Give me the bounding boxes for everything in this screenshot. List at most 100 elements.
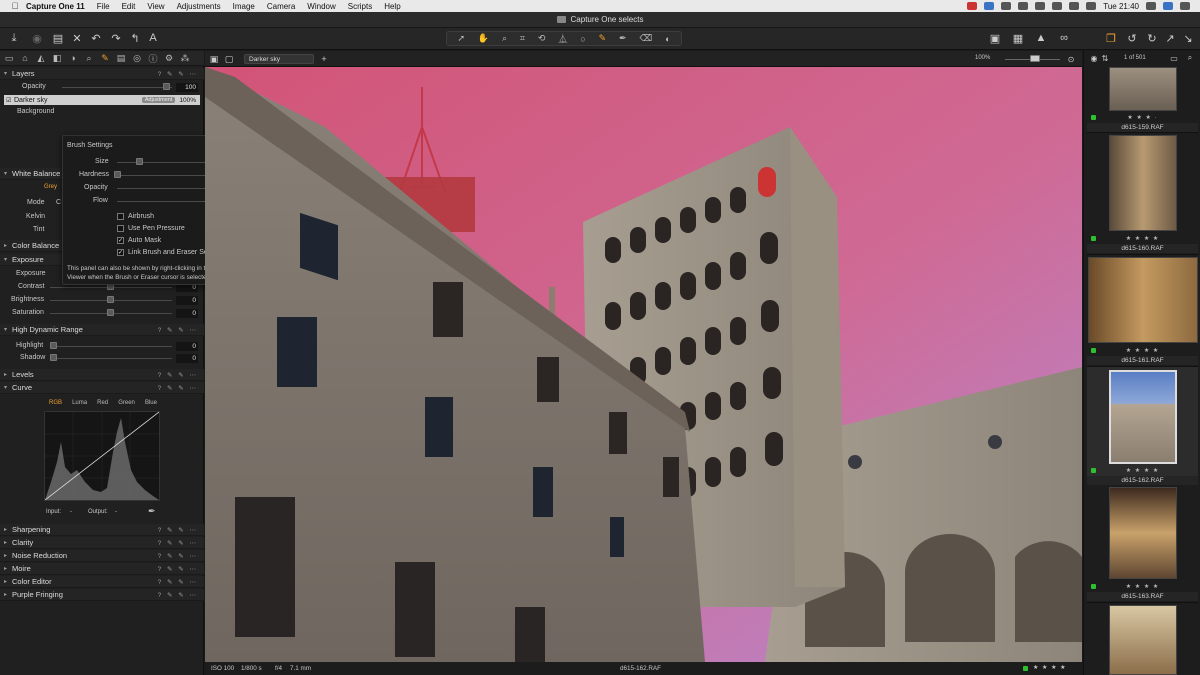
tool-actions-icon[interactable]: ? ✎ ✎ ⋯ (158, 565, 198, 573)
siri-icon[interactable] (1163, 2, 1173, 10)
import-icon[interactable]: ⤓ (8, 32, 20, 44)
thumbnail-cell[interactable]: ★ ★ ★ ★ d615-161.RAF (1087, 255, 1198, 367)
loupe-tool-icon[interactable]: ⌕ (502, 33, 507, 44)
exposure-warning-icon[interactable]: ▲ (1035, 32, 1047, 44)
camera-icon[interactable]: ◉ (31, 32, 43, 45)
custom-tab-icon[interactable]: ⁂ (180, 53, 190, 63)
curve-tab-red[interactable]: Red (97, 400, 108, 409)
text-tool-icon[interactable]: A (147, 32, 159, 44)
delete-icon[interactable]: ✕ (71, 32, 83, 45)
purple-fringing-header[interactable]: ▸ Purple Fringing ? ✎ ✎ ⋯ (0, 589, 204, 601)
layer-row-active[interactable]: ☑ Darker sky Adjustment 100% (4, 95, 200, 105)
brush-flow-track[interactable] (117, 201, 217, 202)
tool-actions-icon[interactable]: ? ✎ ✎ ⋯ (158, 539, 198, 547)
refresh-icon[interactable]: ↻ (1146, 32, 1158, 45)
menu-image[interactable]: Image (233, 2, 255, 11)
thumbnail-stars[interactable]: ★ ★ ★ ★ (1087, 467, 1198, 474)
paste-apply-icon[interactable]: ↘ (1182, 32, 1194, 45)
tool-actions-icon[interactable]: ? ✎ ✎ ⋯ (158, 591, 198, 599)
eraser-tool-icon[interactable]: ⌫ (639, 33, 652, 44)
grey-picker[interactable]: Grey (44, 184, 57, 190)
color-tab-icon[interactable]: ◧ (52, 53, 62, 63)
menu-edit[interactable]: Edit (122, 2, 136, 11)
tool-actions-icon[interactable]: ? ✎ ✎ ⋯ (158, 384, 198, 392)
redo-icon[interactable]: ↷ (110, 32, 122, 45)
layer-opacity-knob[interactable] (163, 83, 170, 90)
menu-view[interactable]: View (147, 2, 164, 11)
color-tag-icon[interactable] (1023, 666, 1028, 671)
highlight-track[interactable] (50, 346, 172, 347)
thumbnail-image[interactable] (1109, 67, 1177, 111)
auto-mask-checkbox[interactable]: ✓ (117, 237, 124, 244)
tool-actions-icon[interactable]: ? ✎ ✎ ⋯ (158, 578, 198, 586)
pan-tool-icon[interactable]: ✋ (478, 33, 489, 44)
highlight-value[interactable]: 0 (176, 342, 198, 351)
process-icon[interactable]: ▤ (52, 32, 64, 45)
thumbnail-image[interactable] (1109, 605, 1177, 675)
brightness-value[interactable]: 0 (176, 296, 198, 305)
clarity-header[interactable]: ▸ Clarity ? ✎ ✎ ⋯ (0, 537, 204, 549)
layer-opacity-value[interactable]: 100 (176, 83, 198, 92)
tool-actions-icon[interactable]: ? ✎ ✎ ⋯ (158, 526, 198, 534)
metadata-tab-icon[interactable]: ◎ (132, 53, 142, 63)
brush-hardness-track[interactable] (117, 175, 217, 176)
menu-window[interactable]: Window (307, 2, 335, 11)
info-tab-icon[interactable]: ⓘ (148, 53, 158, 64)
shadow-knob[interactable] (50, 354, 57, 361)
noise-reduction-header[interactable]: ▸ Noise Reduction ? ✎ ✎ ⋯ (0, 550, 204, 562)
thumbnail-cell-selected[interactable]: ★ ★ ★ ★ d615-162.RAF (1087, 367, 1198, 485)
keystone-tool-icon[interactable]: ⏅ (558, 32, 567, 45)
brightness-knob[interactable] (107, 296, 114, 303)
search-icon[interactable] (1146, 2, 1156, 10)
exposure-tab-icon[interactable]: ◑ (68, 53, 78, 63)
wifi-icon[interactable] (1069, 2, 1080, 10)
sharpening-header[interactable]: ▸ Sharpening ? ✎ ✎ ⋯ (0, 524, 204, 536)
thumbnail-image[interactable] (1109, 487, 1177, 579)
thumbnail-stars[interactable]: ★ ★ ★ · (1087, 114, 1198, 121)
tool-actions-icon[interactable]: ? ✎ ✎ ⋯ (158, 371, 198, 379)
thumbnail-cell[interactable]: ★ ★ ★ ★ d615-163.RAF (1087, 485, 1198, 603)
stack-icon[interactable]: ❐ (1105, 32, 1117, 45)
menu-adjustments[interactable]: Adjustments (177, 2, 221, 11)
apple-icon[interactable]:  (10, 1, 20, 11)
thumbnail-cell[interactable]: ★ ★ ★ ★ d615-160.RAF (1087, 133, 1198, 255)
brush-size-knob[interactable] (136, 158, 143, 165)
sort-icon[interactable]: ⇅ (1099, 52, 1111, 64)
curve-tab-blue[interactable]: Blue (145, 400, 157, 409)
sync-icon[interactable] (1001, 2, 1012, 10)
add-layer-icon[interactable]: + (318, 53, 330, 65)
status-app-icon[interactable] (967, 2, 978, 10)
gradient-tool-icon[interactable]: ◐ (665, 34, 670, 44)
single-view-icon[interactable]: ▣ (208, 53, 220, 65)
thumbnail-stars[interactable]: ★ ★ ★ ★ (1087, 583, 1198, 590)
thumbnail-image[interactable] (1109, 370, 1177, 464)
tool-actions-icon[interactable]: ? ✎ ✎ ⋯ (158, 70, 198, 78)
local-adjustments-tab-icon[interactable]: ✎ (100, 53, 110, 63)
proof-glasses-icon[interactable]: ∞ (1058, 32, 1070, 44)
tool-actions-icon[interactable]: ? ✎ ✎ ⋯ (158, 552, 198, 560)
reset-icon[interactable]: ↺ (1126, 32, 1138, 45)
layer-preset-dropdown[interactable]: Darker sky (244, 54, 314, 64)
thumbnail-stars[interactable]: ★ ★ ★ ★ (1087, 235, 1198, 242)
brush-hardness-knob[interactable] (114, 171, 121, 178)
thumbnail-image[interactable] (1109, 135, 1177, 231)
pen-pressure-checkbox[interactable] (117, 225, 124, 232)
notification-center-icon[interactable] (1180, 2, 1190, 10)
moire-header[interactable]: ▸ Moire ? ✎ ✎ ⋯ (0, 563, 204, 575)
saturation-knob[interactable] (107, 309, 114, 316)
output-tab-icon[interactable]: ▤ (116, 53, 126, 63)
airbrush-checkbox[interactable] (117, 213, 124, 220)
copy-apply-icon[interactable]: ↗ (1164, 32, 1176, 45)
library-tab-icon[interactable]: ▭ (4, 53, 14, 63)
menu-camera[interactable]: Camera (267, 2, 295, 11)
browser-search-icon[interactable]: ⌕ (1184, 52, 1196, 64)
capture-tab-icon[interactable]: ⌂ (20, 53, 30, 63)
crop-tool-icon[interactable]: ⌗ (520, 33, 525, 44)
multi-view-icon[interactable]: ▢ (223, 53, 235, 65)
thumbnail-cell[interactable]: ★ ★ ★ · d615-159.RAF (1087, 65, 1198, 133)
browser-view-icon[interactable]: ▭ (1168, 52, 1180, 64)
layers-header[interactable]: ▾ Layers ? ✎ ✎ ⋯ (0, 68, 204, 80)
display-icon[interactable] (1018, 2, 1029, 10)
menu-file[interactable]: File (97, 2, 110, 11)
settings-tab-icon[interactable]: ⚙ (164, 53, 174, 63)
